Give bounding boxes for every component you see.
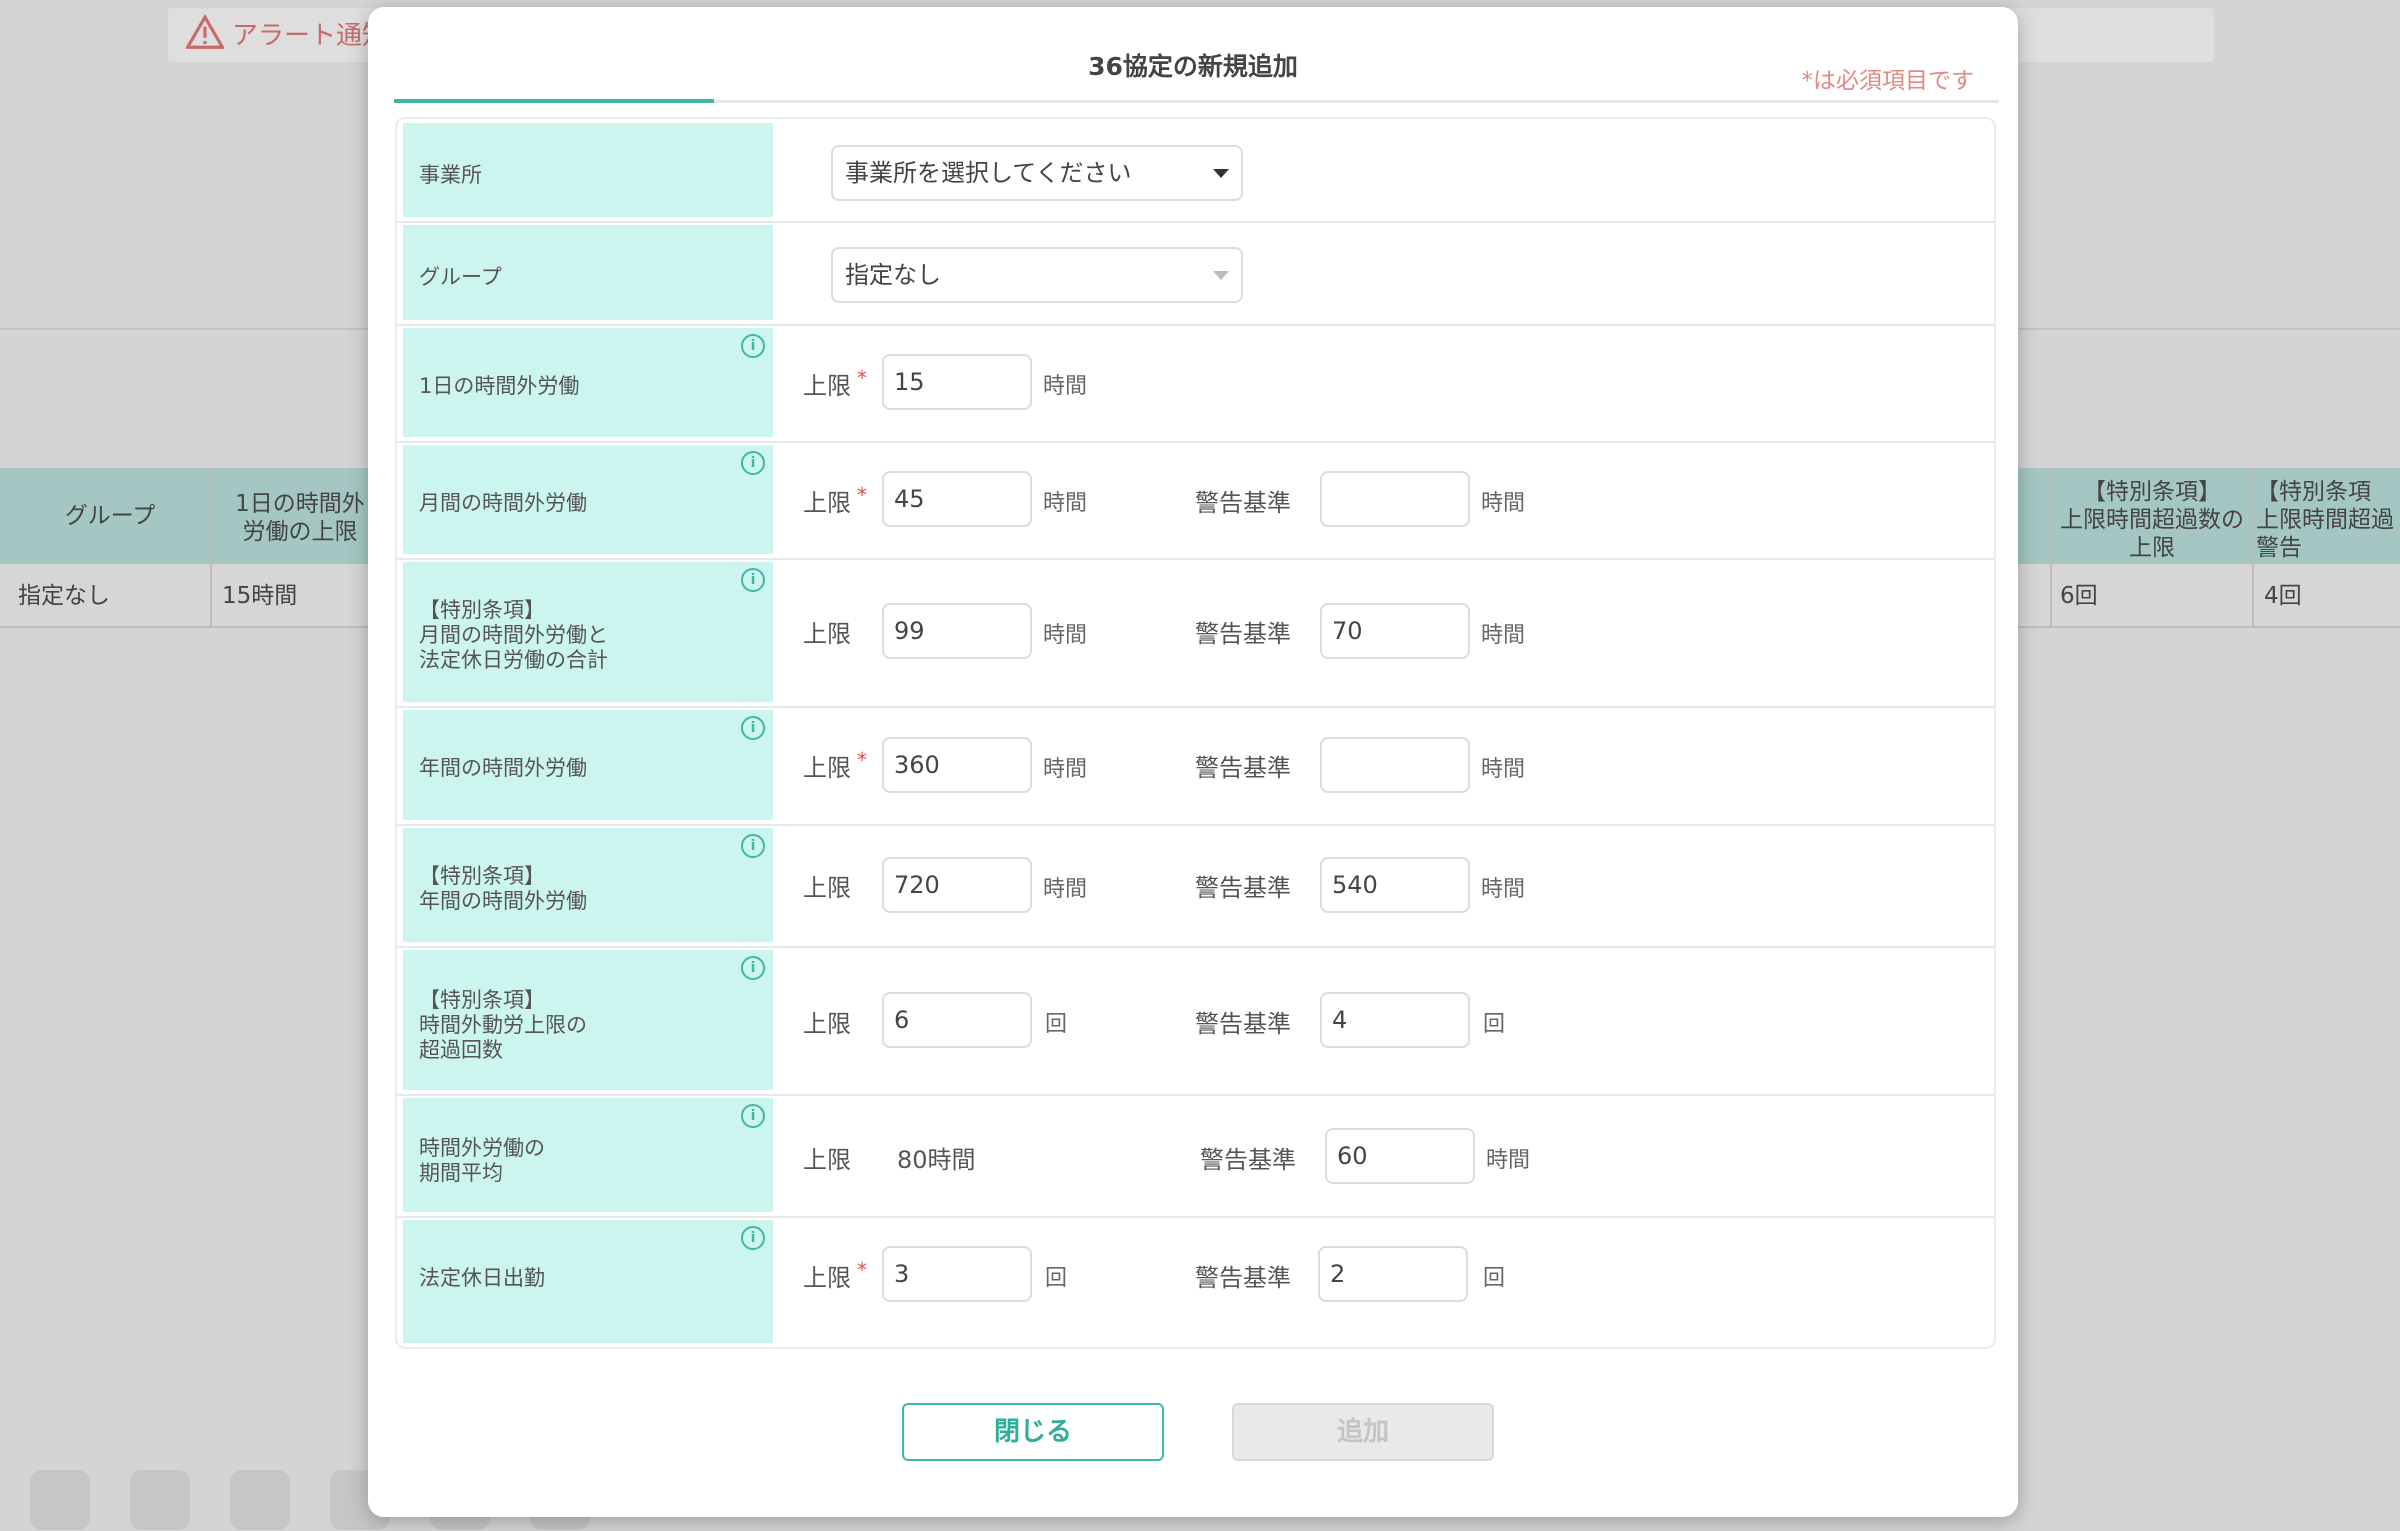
group-select-value: 指定なし xyxy=(845,261,941,289)
row-label-cell: 法定休日出勤 i xyxy=(403,1220,773,1347)
row-label-cell: 時間外労働の 期間平均 i xyxy=(403,1098,773,1216)
row-label-cell: 1日の時間外労働 i xyxy=(403,328,773,441)
info-icon[interactable]: i xyxy=(741,568,765,592)
annual-warn-input[interactable] xyxy=(1320,737,1470,793)
holiday-work-limit-input[interactable]: 3 xyxy=(882,1246,1032,1302)
required-mark: * xyxy=(857,748,867,772)
unit-label: 時間 xyxy=(1481,877,1526,902)
close-button[interactable]: 閉じる xyxy=(902,1403,1164,1461)
unit-label: 時間 xyxy=(1481,757,1526,782)
info-icon[interactable]: i xyxy=(741,451,765,475)
form-row-monthly: 月間の時間外労働 i 上限 * 45 時間 警告基準 時間 xyxy=(397,441,1994,560)
warn-label: 警告基準 xyxy=(1195,620,1291,648)
group-select[interactable]: 指定なし xyxy=(831,247,1243,303)
holiday-work-warn-input[interactable]: 2 xyxy=(1318,1246,1468,1302)
row-label-cell: 【特別条項】 月間の時間外労働と 法定休日労働の合計 i xyxy=(403,562,773,706)
required-mark: * xyxy=(857,366,867,390)
form-row-daily: 1日の時間外労働 i 上限 * 15 時間 xyxy=(397,324,1994,443)
limit-label: 上限 xyxy=(803,620,851,648)
unit-label: 時間 xyxy=(1486,1148,1531,1173)
row-label: 【特別条項】 月間の時間外労働と 法定休日労働の合計 xyxy=(419,598,608,672)
period-average-limit-value: 80時間 xyxy=(897,1146,976,1174)
info-icon[interactable]: i xyxy=(741,716,765,740)
unit-label: 回 xyxy=(1045,1012,1068,1037)
limit-label: 上限 * xyxy=(803,366,867,400)
chevron-down-icon xyxy=(1213,271,1229,280)
unit-label: 時間 xyxy=(1043,877,1088,902)
required-note: *は必須項目です xyxy=(1801,68,1975,94)
add-agreement-modal: 36協定の新規追加 *は必須項目です 事業所 事業所を選択してください グループ… xyxy=(368,7,2018,1517)
limit-label: 上限 * xyxy=(803,748,867,782)
limit-label: 上限 xyxy=(803,1146,851,1174)
row-label: グループ xyxy=(419,265,502,289)
monthly-warn-input[interactable] xyxy=(1320,471,1470,527)
agreement-form: 事業所 事業所を選択してください グループ 指定なし 1日の時間外労働 i 上限… xyxy=(395,117,1996,1349)
daily-limit-input[interactable]: 15 xyxy=(882,354,1032,410)
limit-label: 上限 xyxy=(803,874,851,902)
row-label: 1日の時間外労働 xyxy=(419,374,580,398)
limit-label: 上限 * xyxy=(803,1258,867,1292)
row-label: 時間外労働の 期間平均 xyxy=(419,1136,545,1185)
row-label: 事業所 xyxy=(419,163,482,187)
row-label-cell: 【特別条項】 年間の時間外労働 i xyxy=(403,828,773,946)
limit-label: 上限 * xyxy=(803,483,867,517)
row-label-cell: 月間の時間外労働 i xyxy=(403,445,773,558)
exceed-count-limit-input[interactable]: 6 xyxy=(882,992,1032,1048)
warn-label: 警告基準 xyxy=(1195,1010,1291,1038)
row-label: 法定休日出勤 xyxy=(419,1266,545,1290)
limit-label: 上限 xyxy=(803,1010,851,1038)
warn-label: 警告基準 xyxy=(1195,1264,1291,1292)
unit-label: 時間 xyxy=(1043,491,1088,516)
monthly-limit-input[interactable]: 45 xyxy=(882,471,1032,527)
info-icon[interactable]: i xyxy=(741,834,765,858)
form-row-special-exceed-count: 【特別条項】 時間外動労上限の 超過回数 i 上限 6 回 警告基準 4 回 xyxy=(397,946,1994,1096)
form-row-holiday-work: 法定休日出勤 i 上限 * 3 回 警告基準 2 回 xyxy=(397,1216,1994,1347)
unit-label: 時間 xyxy=(1481,491,1526,516)
unit-label: 時間 xyxy=(1481,623,1526,648)
row-label-cell: 【特別条項】 時間外動労上限の 超過回数 i xyxy=(403,950,773,1094)
add-button[interactable]: 追加 xyxy=(1232,1403,1494,1461)
period-average-warn-input[interactable]: 60 xyxy=(1325,1128,1475,1184)
form-row-group: グループ 指定なし xyxy=(397,221,1994,326)
form-row-special-annual: 【特別条項】 年間の時間外労働 i 上限 720 時間 警告基準 540 時間 xyxy=(397,824,1994,948)
office-select-value: 事業所を選択してください xyxy=(845,159,1132,187)
required-mark: * xyxy=(857,483,867,507)
row-label: 【特別条項】 時間外動労上限の 超過回数 xyxy=(419,988,587,1062)
tab-active-indicator xyxy=(394,99,714,103)
row-label: 年間の時間外労働 xyxy=(419,756,587,780)
warn-label: 警告基準 xyxy=(1195,874,1291,902)
info-icon[interactable]: i xyxy=(741,956,765,980)
form-row-period-average: 時間外労働の 期間平均 i 上限 80時間 警告基準 60 時間 xyxy=(397,1094,1994,1218)
modal-title: 36協定の新規追加 xyxy=(1088,52,1298,81)
office-select[interactable]: 事業所を選択してください xyxy=(831,145,1243,201)
unit-label: 時間 xyxy=(1043,623,1088,648)
chevron-down-icon xyxy=(1213,169,1229,178)
unit-label: 時間 xyxy=(1043,757,1088,782)
required-mark: * xyxy=(857,1258,867,1282)
row-label-cell: 年間の時間外労働 i xyxy=(403,710,773,824)
row-label-cell: グループ xyxy=(403,225,773,324)
form-row-special-monthly-total: 【特別条項】 月間の時間外労働と 法定休日労働の合計 i 上限 99 時間 警告… xyxy=(397,558,1994,708)
info-icon[interactable]: i xyxy=(741,334,765,358)
special-monthly-limit-input[interactable]: 99 xyxy=(882,603,1032,659)
row-label-cell: 事業所 xyxy=(403,123,773,221)
warn-label: 警告基準 xyxy=(1195,754,1291,782)
special-annual-warn-input[interactable]: 540 xyxy=(1320,857,1470,913)
warn-label: 警告基準 xyxy=(1200,1146,1296,1174)
unit-label: 時間 xyxy=(1043,374,1088,399)
warn-label: 警告基準 xyxy=(1195,489,1291,517)
annual-limit-input[interactable]: 360 xyxy=(882,737,1032,793)
form-row-office: 事業所 事業所を選択してください xyxy=(397,119,1994,223)
exceed-count-warn-input[interactable]: 4 xyxy=(1320,992,1470,1048)
info-icon[interactable]: i xyxy=(741,1226,765,1250)
special-monthly-warn-input[interactable]: 70 xyxy=(1320,603,1470,659)
unit-label: 回 xyxy=(1045,1266,1068,1291)
row-label: 月間の時間外労働 xyxy=(419,491,587,515)
unit-label: 回 xyxy=(1483,1012,1506,1037)
special-annual-limit-input[interactable]: 720 xyxy=(882,857,1032,913)
form-row-annual: 年間の時間外労働 i 上限 * 360 時間 警告基準 時間 xyxy=(397,706,1994,826)
info-icon[interactable]: i xyxy=(741,1104,765,1128)
unit-label: 回 xyxy=(1483,1266,1506,1291)
row-label: 【特別条項】 年間の時間外労働 xyxy=(419,864,587,913)
